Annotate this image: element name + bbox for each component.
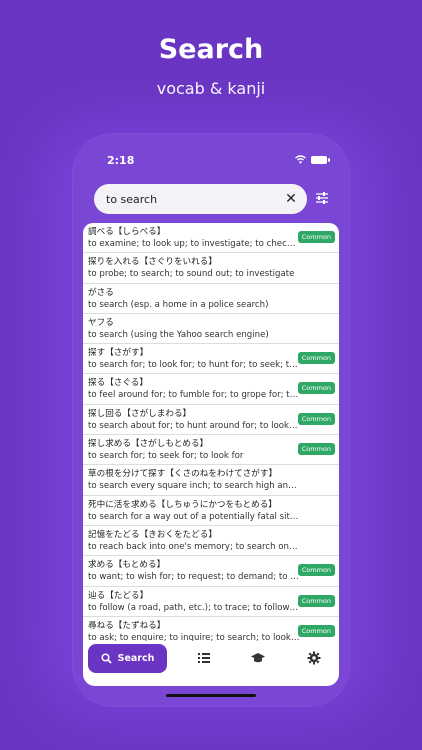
search-icon — [101, 653, 112, 664]
result-gloss: to ask; to enquire; to inquire; to searc… — [88, 632, 300, 641]
common-badge: Common — [297, 231, 335, 243]
search-input[interactable] — [106, 184, 276, 214]
list-item[interactable]: 探し回る【さがしまわる】 to search about for; to hunt… — [83, 405, 339, 436]
status-time: 2:18 — [107, 154, 135, 167]
result-gloss: to search (esp. a home in a police searc… — [88, 299, 269, 310]
list-item[interactable]: がさる to search (esp. a home in a police se… — [83, 284, 339, 314]
result-word: 記憶をたどる【きおくをたどる】 — [88, 529, 217, 540]
common-badge: Common — [297, 352, 335, 365]
common-badge: Common — [297, 594, 335, 607]
list-item[interactable]: 求める【もとめる】 to want; to wish for; to reques… — [83, 556, 339, 587]
list-item[interactable]: 草の根を分けて探す【くさのねをわけてさがす】 to search every sq… — [83, 465, 339, 496]
result-gloss: to search about for; to hunt around for;… — [88, 420, 300, 431]
list-icon[interactable] — [197, 651, 211, 665]
result-word: ヤフる — [88, 317, 114, 328]
result-gloss: to search for a way out of a potentially… — [88, 511, 300, 522]
tab-search[interactable]: Search — [88, 644, 167, 673]
phone-screen: 2:18 ✕ 調べる【しらべる】 to examine; to look up; … — [73, 134, 349, 706]
common-badge: Common — [297, 624, 335, 637]
sliders-icon[interactable] — [315, 191, 329, 205]
wifi-icon — [295, 155, 306, 164]
result-word: 探し回る【さがしまわる】 — [88, 408, 192, 419]
battery-icon — [311, 155, 330, 164]
common-badge: Common — [297, 412, 335, 425]
common-badge: Common — [297, 382, 335, 395]
gear-icon[interactable] — [307, 651, 321, 665]
result-gloss: to reach back into one's memory; to sear… — [88, 541, 300, 552]
list-item[interactable]: 調べる【しらべる】 to examine; to look up; to inve… — [83, 223, 339, 254]
result-gloss: to search every square inch; to search h… — [88, 481, 300, 492]
result-gloss: to feel around for; to fumble for; to gr… — [88, 390, 300, 401]
status-icons — [295, 155, 330, 164]
list-item[interactable]: 探し求める【さがしもとめる】 to search for; to seek for… — [83, 435, 339, 466]
result-word: 探る【さぐる】 — [88, 378, 148, 389]
result-word: 探す【さがす】 — [88, 348, 149, 359]
home-indicator — [166, 694, 256, 697]
common-badge: Common — [297, 443, 335, 456]
promo-title: Search — [158, 34, 264, 65]
result-word: 調べる【しらべる】 — [88, 227, 166, 237]
tab-search-label: Search — [117, 653, 155, 664]
graduation-cap-icon[interactable] — [251, 651, 265, 665]
result-word: がさる — [88, 287, 114, 298]
result-gloss: to examine; to look up; to investigate; … — [88, 239, 300, 249]
result-word: 求める【もとめる】 — [88, 560, 166, 571]
result-gloss: to search for; to seek for; to look for — [88, 451, 244, 462]
result-gloss: to search for; to look for; to hunt for;… — [88, 360, 300, 371]
result-word: 死中に活を求める【しちゅうにかつをもとめる】 — [88, 499, 277, 510]
result-word: 探りを入れる【さぐりをいれる】 — [88, 257, 217, 268]
results-list: 調べる【しらべる】 to examine; to look up; to inve… — [83, 223, 339, 641]
list-item[interactable]: 尋ねる【たずねる】 to ask; to enquire; to inquire;… — [83, 617, 339, 641]
result-gloss: to follow (a road, path, etc.); to trace… — [88, 602, 300, 613]
common-badge: Common — [297, 564, 335, 577]
search-box[interactable]: ✕ — [94, 184, 307, 214]
promo-subtitle: vocab & kanji — [156, 79, 266, 98]
list-item[interactable]: 探りを入れる【さぐりをいれる】 to probe; to search; to s… — [83, 253, 339, 284]
result-word: 尋ねる【たずねる】 — [88, 620, 166, 631]
list-item[interactable]: 記憶をたどる【きおくをたどる】 to reach back into one's … — [83, 526, 339, 557]
list-item[interactable]: 探す【さがす】 to search for; to look for; to hu… — [83, 344, 339, 375]
result-word: 辿る【たどる】 — [88, 590, 149, 601]
result-gloss: to want; to wish for; to request; to dem… — [88, 572, 300, 583]
close-icon[interactable]: ✕ — [283, 191, 299, 207]
result-word: 探し求める【さがしもとめる】 — [88, 439, 209, 450]
list-item[interactable]: 探る【さぐる】 to feel around for; to fumble for… — [83, 374, 339, 405]
result-gloss: to search (using the Yahoo search engine… — [88, 329, 269, 340]
list-item[interactable]: ヤフる to search (using the Yahoo search eng… — [83, 314, 339, 345]
list-item[interactable]: 辿る【たどる】 to follow (a road, path, etc.); t… — [83, 587, 339, 617]
result-word: 草の根を分けて探す【くさのねをわけてさがす】 — [88, 469, 278, 480]
result-gloss: to probe; to search; to sound out; to in… — [88, 269, 295, 280]
list-item[interactable]: 死中に活を求める【しちゅうにかつをもとめる】 to search for a wa… — [83, 496, 339, 526]
tab-bar: Search — [83, 641, 339, 686]
